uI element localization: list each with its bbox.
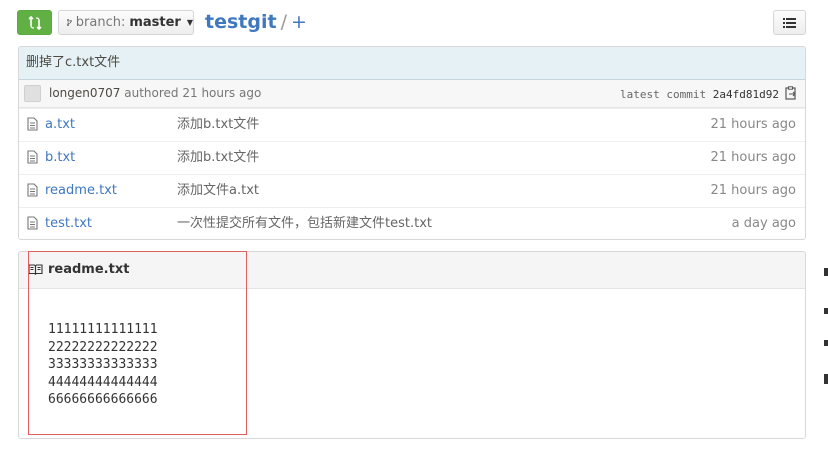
table-row: b.txt 添加b.txt文件 21 hours ago [19, 141, 805, 174]
branch-name: master [129, 15, 181, 30]
commit-sha-link[interactable]: 2a4fd81d92 [713, 88, 779, 101]
file-name-link[interactable]: test.txt [45, 208, 92, 239]
chevron-down-icon: ▼ [186, 18, 193, 27]
file-commit-message[interactable]: 一次性提交所有文件，包括新建文件test.txt [177, 208, 432, 239]
commit-message[interactable]: 删掉了c.txt文件 [19, 47, 805, 80]
file-icon [27, 117, 38, 131]
authored-time: authored 21 hours ago [124, 86, 262, 100]
file-icon [27, 216, 38, 230]
repo-path: testgit / + [205, 10, 307, 35]
latest-commit-label: latest commit [620, 88, 707, 101]
file-commit-message[interactable]: 添加b.txt文件 [177, 142, 259, 174]
edge-mark [824, 268, 828, 276]
commit-author-line: longen0707 authored 21 hours ago [49, 80, 261, 107]
branch-label: branch: [75, 15, 126, 30]
highlight-frame [28, 251, 247, 435]
path-separator: / [280, 11, 287, 33]
list-view-button[interactable] [773, 10, 806, 35]
avatar[interactable] [24, 85, 41, 102]
repo-name-link[interactable]: testgit [205, 11, 277, 33]
clipboard-icon[interactable] [785, 86, 797, 100]
file-list: 删掉了c.txt文件 longen0707 authored 21 hours … [18, 46, 806, 240]
commit-meta: longen0707 authored 21 hours ago latest … [19, 80, 805, 108]
file-age: a day ago [731, 216, 796, 231]
table-row: test.txt 一次性提交所有文件，包括新建文件test.txt a day … [19, 207, 805, 239]
file-name-link[interactable]: readme.txt [45, 175, 117, 207]
file-icon [27, 150, 38, 164]
compare-button[interactable] [17, 10, 52, 35]
file-commit-message[interactable]: 添加b.txt文件 [177, 109, 259, 141]
author-link[interactable]: longen0707 [49, 86, 120, 100]
file-name-link[interactable]: a.txt [45, 109, 75, 141]
edge-mark [824, 308, 828, 314]
table-row: a.txt 添加b.txt文件 21 hours ago [19, 108, 805, 141]
latest-commit: latest commit 2a4fd81d92 [620, 81, 779, 108]
file-name-link[interactable]: b.txt [45, 142, 75, 174]
compare-icon [27, 15, 42, 30]
list-icon [783, 18, 796, 28]
file-commit-message[interactable]: 添加文件a.txt [177, 175, 259, 207]
table-row: readme.txt 添加文件a.txt 21 hours ago [19, 174, 805, 207]
file-age: 21 hours ago [710, 117, 796, 132]
add-file-button[interactable]: + [291, 11, 307, 33]
edge-mark [824, 340, 828, 346]
file-icon [27, 183, 38, 197]
file-age: 21 hours ago [710, 150, 796, 165]
edge-mark [824, 374, 828, 384]
branch-icon [67, 18, 72, 27]
file-age: 21 hours ago [710, 183, 796, 198]
branch-selector[interactable]: branch: master ▼ [58, 10, 194, 35]
